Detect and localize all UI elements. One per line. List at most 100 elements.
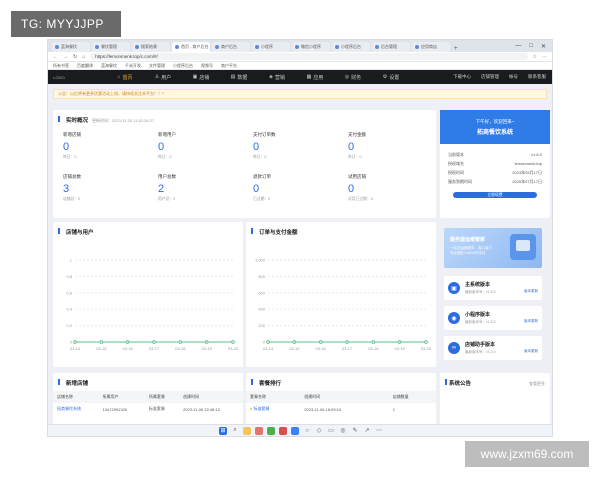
data-point[interactable]	[397, 340, 402, 344]
data-point[interactable]	[125, 340, 130, 344]
info-row: 当前版本 v1.8.0	[440, 150, 550, 159]
contact-link[interactable]: 联系客服	[528, 74, 546, 80]
browser-tab[interactable]: 小程序后台	[332, 42, 370, 52]
tray-icon[interactable]: ↗	[363, 427, 371, 435]
x-tick-label: 03-19	[202, 346, 213, 351]
stores-users-chart: 0 0.2 0.4 0.6 0.8 1 03-14 03-15 03-16 03-17 03-18 0…	[66, 258, 238, 352]
version-number: 最新版本号：v1.2.0	[465, 350, 496, 354]
browser-tab-active[interactable]: 首页 - 商户后台	[172, 42, 210, 52]
data-point[interactable]	[345, 340, 349, 344]
home-icon[interactable]: ⌂	[82, 54, 85, 60]
data-point[interactable]	[204, 340, 209, 344]
tray-icon[interactable]: ✎	[351, 427, 359, 435]
tray-icon[interactable]: ◎	[339, 427, 347, 435]
tray-icon[interactable]: ○	[303, 427, 311, 435]
x-tick-label: 03-16	[123, 346, 134, 351]
apps-icon: ▦	[306, 74, 312, 80]
nav-label: 店铺	[199, 74, 210, 81]
maximize-button[interactable]: □	[529, 43, 533, 49]
x-tick-label: 03-14	[70, 346, 81, 351]
bookmark-item[interactable]: 所有书签	[53, 63, 69, 69]
bookmark-item[interactable]: 商户平台	[221, 63, 237, 69]
tray-icon[interactable]: ⋯	[375, 427, 383, 435]
stat-new-stores: 新增店铺 0 昨日：0	[63, 132, 81, 160]
nav-finance[interactable]: ◎ 财务	[334, 70, 372, 84]
nav-data[interactable]: ▤ 数据	[220, 70, 258, 84]
browser-tab[interactable]: 餐饮管理	[92, 42, 130, 52]
nav-users[interactable]: ♙ 用户	[144, 70, 182, 84]
new-tab-button[interactable]: +	[454, 46, 458, 52]
nav-apps[interactable]: ▦ 应用	[296, 70, 334, 84]
forward-icon[interactable]: →	[63, 54, 68, 60]
nav-home[interactable]: ⌂ 首页	[106, 70, 144, 84]
account-link[interactable]: 帐号	[509, 74, 518, 80]
reload-icon[interactable]: ↻	[73, 54, 77, 60]
x-tick-label: 03-20	[421, 346, 432, 351]
close-button[interactable]: ✕	[541, 43, 546, 50]
nav-label: 数据	[237, 74, 248, 81]
x-tick-label: 03-18	[368, 346, 379, 351]
data-point[interactable]	[178, 340, 183, 344]
version-update-link[interactable]: 版本更新	[524, 319, 538, 324]
nav-stores[interactable]: ▣ 店铺	[182, 70, 220, 84]
data-point[interactable]	[318, 340, 323, 344]
browser-tab[interactable]: 搜索结果	[132, 42, 170, 52]
store-name-link[interactable]: 拓商餐饮系统	[53, 403, 99, 415]
package-name-link[interactable]: 标准套餐	[254, 406, 270, 411]
store-manage-link[interactable]: 店铺管理	[481, 74, 499, 80]
version-update-link[interactable]: 版本更新	[524, 349, 538, 354]
app-icon[interactable]	[279, 426, 287, 435]
bookmark-item[interactable]: 视频号	[201, 63, 213, 69]
back-icon[interactable]: ←	[53, 54, 58, 60]
minimize-button[interactable]: —	[515, 43, 521, 49]
search-icon[interactable]: ⌕	[231, 427, 239, 435]
bookmark-item[interactable]: 千米开发	[125, 63, 141, 69]
version-item-assistant: ∞ 店铺助手版本 最新版本号：v1.2.0 版本更新	[444, 336, 542, 360]
browser-tab[interactable]: 蓝海餐饮	[52, 42, 90, 52]
view-more-link[interactable]: 查看更多	[529, 381, 545, 387]
promo-title: 服务器运维管家	[450, 237, 486, 243]
data-point[interactable]	[99, 340, 104, 344]
nav-marketing[interactable]: ◈ 营销	[258, 70, 296, 84]
tray-icon[interactable]: ◇	[315, 427, 323, 435]
chart-card-orders-payments: 订单与支付金额 0 200 400 600 800 1,000 03-14 03-15 03-1…	[246, 222, 436, 367]
data-point[interactable]	[73, 340, 77, 344]
bookmark-item[interactable]: 百度翻译	[77, 63, 93, 69]
notice-bar: 公告：以后将有更多优惠活动上线，请持续关注本平台！！！	[53, 89, 547, 99]
promo-banner[interactable]: 服务器运维管家 一站式运维服务，省心省力 专业团队7x24小时支持	[444, 228, 542, 268]
browser-tab[interactable]: 微信小程序	[292, 42, 330, 52]
data-point[interactable]	[231, 340, 235, 344]
bookmark-item[interactable]: 蓝海餐饮	[101, 63, 117, 69]
browser-icon[interactable]	[291, 426, 299, 435]
stat-label: 用户总数	[158, 174, 176, 179]
menu-icon[interactable]: ⋯	[542, 54, 547, 60]
tab-label: 后台管理	[381, 44, 397, 49]
download-center-link[interactable]: 下载中心	[453, 74, 471, 80]
app-icon[interactable]	[255, 426, 263, 435]
nav-settings[interactable]: ⚙ 设置	[372, 70, 410, 84]
data-point[interactable]	[266, 340, 270, 344]
version-update-link[interactable]: 版本更新	[524, 289, 538, 294]
table-row: 拓商餐饮系统 13472991326 标准套餐 2023-11-06 22:48…	[53, 403, 243, 415]
y-tick-label: 0.8	[66, 274, 72, 279]
app-icon[interactable]	[243, 426, 251, 435]
windows-start-icon[interactable]: ⊞	[219, 426, 227, 435]
bookmark-item[interactable]: 小程序后台	[173, 63, 193, 69]
header-actions: 下载中心 店铺管理 帐号 联系客服	[453, 74, 546, 80]
bookmark-item[interactable]: 文件管理	[149, 63, 165, 69]
tray-icon[interactable]: ▭	[327, 427, 335, 435]
browser-tab[interactable]: 应用商店	[412, 42, 450, 52]
data-point[interactable]	[424, 340, 428, 344]
app-icon[interactable]	[267, 426, 275, 435]
browser-tab[interactable]: 商户后台	[212, 42, 250, 52]
stat-sub: 昨日：0	[348, 155, 362, 159]
renew-button[interactable]: 立即续费	[453, 192, 537, 198]
data-point[interactable]	[371, 340, 376, 344]
data-point[interactable]	[152, 340, 156, 344]
data-point[interactable]	[292, 340, 297, 344]
url-input[interactable]: https://lemonmenk.top/c.com/#/	[90, 53, 528, 60]
browser-tab[interactable]: 小程序	[252, 42, 290, 52]
star-icon[interactable]: ☆	[533, 54, 537, 60]
browser-tab[interactable]: 后台管理	[372, 42, 410, 52]
stat-label: 新增用户	[158, 132, 176, 137]
